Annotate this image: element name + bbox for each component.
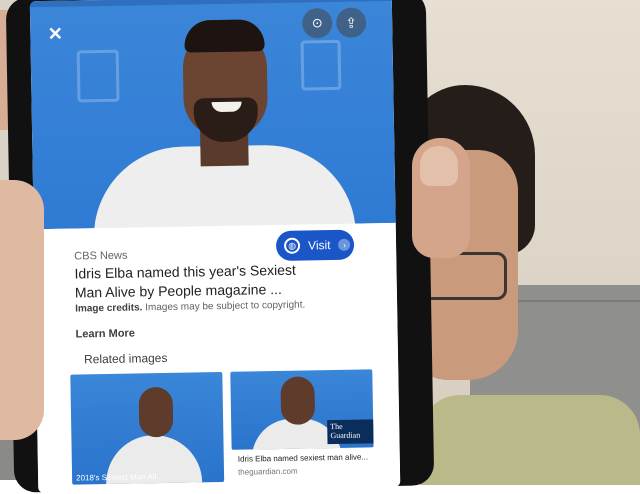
guardian-badge: The Guardian xyxy=(327,419,374,445)
related-image-2[interactable]: The Guardian xyxy=(230,369,374,450)
globe-icon: ◍ xyxy=(283,237,301,254)
visit-label: Visit xyxy=(307,238,331,253)
phone: ✕ ⊙ ⇪ CBS News ◍ Visit › Idris Elba name… xyxy=(5,0,435,494)
result-source: CBS News xyxy=(74,249,128,263)
related-source-2: theguardian.com xyxy=(237,466,298,477)
share-icon: ⇪ xyxy=(345,14,358,31)
image-preview[interactable]: ✕ ⊙ ⇪ xyxy=(29,0,396,239)
related-images-title: Related images xyxy=(83,350,168,367)
lens-button[interactable]: ⊙ xyxy=(301,8,333,39)
thumb-head xyxy=(138,386,174,438)
status-bar xyxy=(29,0,392,8)
backdrop-logo xyxy=(300,39,342,91)
lens-icon: ⊙ xyxy=(311,15,323,31)
result-card: CBS News ◍ Visit › Idris Elba named this… xyxy=(33,222,401,494)
left-hand xyxy=(0,180,44,440)
related-caption-1: 2018's Sexiest Man Ali... xyxy=(76,472,164,483)
share-button[interactable]: ⇪ xyxy=(335,7,367,38)
credits-label: Image credits. xyxy=(75,302,143,315)
arrow-icon: › xyxy=(338,238,351,251)
thumb-head xyxy=(280,376,316,425)
phone-screen: ✕ ⊙ ⇪ CBS News ◍ Visit › Idris Elba name… xyxy=(29,0,401,494)
visit-button[interactable]: ◍ Visit › xyxy=(275,229,355,262)
boy-shirt xyxy=(420,395,640,485)
related-image-1[interactable]: 2018's Sexiest Man Ali... xyxy=(70,371,225,485)
person-hair xyxy=(184,19,265,53)
credits-text: Images may be subject to copyright. xyxy=(142,299,306,314)
learn-more-link[interactable]: Learn More xyxy=(75,328,134,341)
related-caption-2[interactable]: Idris Elba named sexiest man alive... xyxy=(238,451,388,465)
thumbnail xyxy=(420,146,458,186)
close-button[interactable]: ✕ xyxy=(40,19,71,50)
backdrop-logo xyxy=(76,49,120,103)
close-icon: ✕ xyxy=(47,23,64,44)
result-headline[interactable]: Idris Elba named this year's Sexiest Man… xyxy=(74,260,310,302)
